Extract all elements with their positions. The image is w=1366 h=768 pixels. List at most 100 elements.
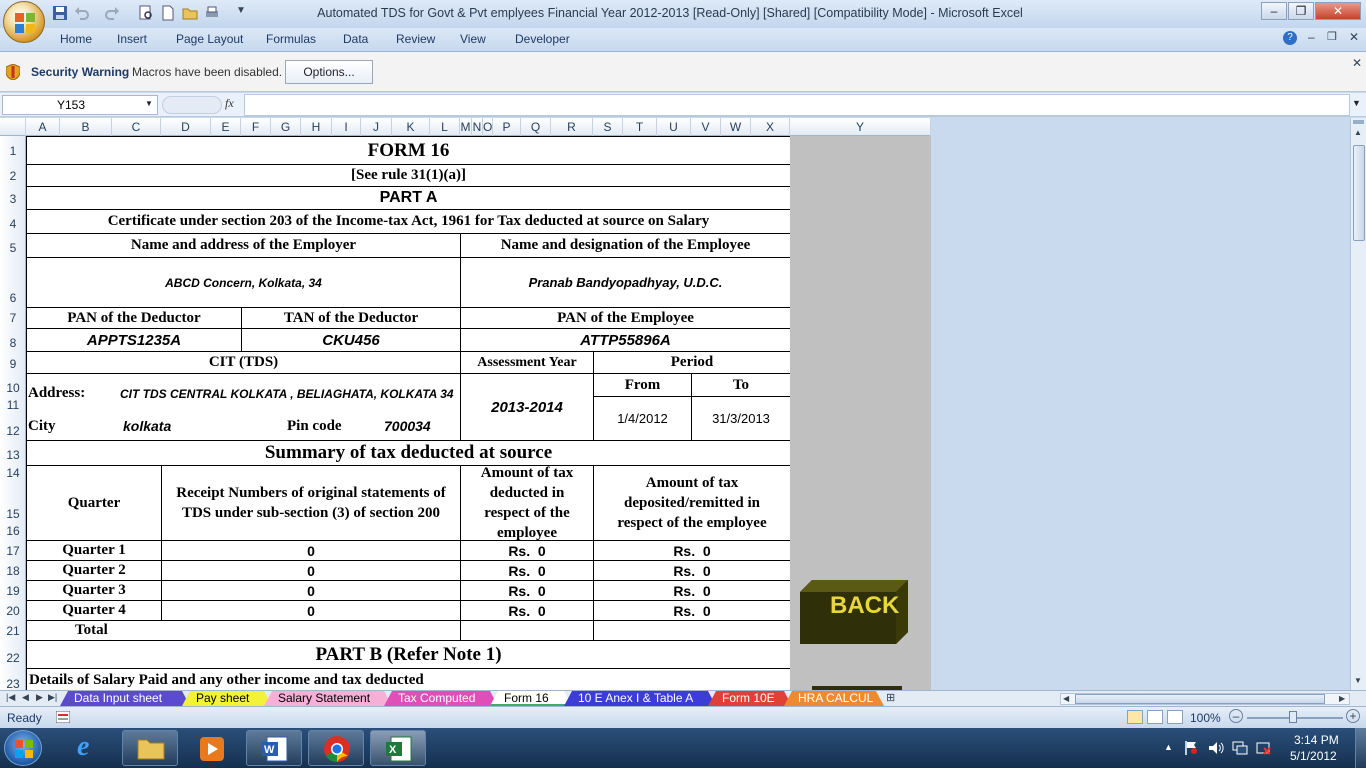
internet-explorer-button[interactable]: e (62, 730, 118, 766)
sheet-tab[interactable]: Form 10E (708, 691, 792, 706)
battery-warning-icon[interactable] (1256, 740, 1272, 756)
row-header[interactable]: 21 (0, 624, 26, 638)
tab-developer[interactable]: Developer (515, 32, 570, 46)
start-button[interactable] (4, 730, 42, 766)
row-header[interactable]: 22 (0, 651, 26, 665)
row-header[interactable]: 15 (0, 507, 26, 521)
back-button[interactable]: BACK (800, 580, 908, 644)
ribbon-close-icon[interactable]: ✕ (1349, 30, 1359, 44)
row-header[interactable]: 10 (0, 381, 26, 395)
row-header[interactable]: 5 (0, 241, 26, 255)
sheet-tab[interactable]: 10 E Anex I & Table A (564, 691, 716, 706)
column-header[interactable]: S (593, 118, 623, 136)
column-header[interactable]: L (430, 118, 460, 136)
column-header[interactable]: W (721, 118, 751, 136)
tab-home[interactable]: Home (60, 32, 92, 46)
action-center-flag-icon[interactable] (1184, 740, 1198, 756)
print-preview-icon[interactable] (138, 5, 154, 21)
zoom-level[interactable]: 100% (1190, 711, 1221, 725)
close-security-bar-icon[interactable]: ✕ (1352, 56, 1362, 70)
quick-print-icon[interactable] (204, 5, 220, 21)
column-header[interactable]: N (472, 118, 483, 136)
column-header[interactable]: U (657, 118, 691, 136)
row-header[interactable]: 9 (0, 357, 26, 371)
first-sheet-icon[interactable]: |◀ (6, 692, 15, 703)
row-header[interactable]: 12 (0, 424, 26, 438)
save-icon[interactable] (52, 5, 68, 21)
tab-data[interactable]: Data (343, 32, 368, 46)
help-icon[interactable]: ? (1283, 31, 1297, 45)
customize-qat-icon[interactable]: ▼ (236, 5, 246, 16)
vertical-scrollbar[interactable]: ▲ ▼ (1350, 118, 1366, 690)
tab-review[interactable]: Review (396, 32, 435, 46)
column-header[interactable]: A (26, 118, 60, 136)
last-sheet-icon[interactable]: ▶| (48, 692, 57, 703)
scroll-down-icon[interactable]: ▼ (1354, 676, 1362, 685)
next-sheet-icon[interactable]: ▶ (36, 692, 43, 703)
tab-insert[interactable]: Insert (117, 32, 147, 46)
row-header[interactable]: 6 (0, 291, 26, 305)
row-header[interactable]: 20 (0, 604, 26, 618)
column-header[interactable]: B (60, 118, 112, 136)
ribbon-restore-icon[interactable]: ❐ (1327, 30, 1337, 43)
row-header[interactable]: 17 (0, 544, 26, 558)
horizontal-scroll-thumb[interactable] (1075, 694, 1325, 704)
zoom-in-icon[interactable]: + (1346, 709, 1360, 723)
normal-view-icon[interactable] (1127, 710, 1143, 724)
prev-sheet-icon[interactable]: ◀ (22, 692, 29, 703)
page-layout-view-icon[interactable] (1147, 710, 1163, 724)
formula-divider-handle[interactable] (162, 96, 222, 114)
column-header[interactable]: C (112, 118, 161, 136)
row-header[interactable]: 23 (0, 677, 26, 691)
open-folder-icon[interactable] (182, 5, 198, 21)
column-header[interactable]: M (460, 118, 472, 136)
row-header[interactable]: 8 (0, 336, 26, 350)
media-player-button[interactable] (182, 730, 238, 766)
sheet-tab[interactable]: Tax Computed (384, 691, 498, 706)
column-header[interactable]: D (161, 118, 211, 136)
column-header[interactable]: O (483, 118, 493, 136)
expand-formula-bar-icon[interactable]: ▼ (1352, 98, 1361, 108)
row-header[interactable]: 16 (0, 524, 26, 538)
horizontal-scrollbar[interactable]: ◀ ▶ (1060, 693, 1350, 705)
name-box[interactable]: Y153 (2, 95, 158, 115)
redo-icon[interactable] (104, 5, 120, 21)
insert-function-icon[interactable]: fx (225, 96, 234, 111)
excel-button[interactable]: X (370, 730, 426, 766)
column-header[interactable]: R (551, 118, 593, 136)
row-header[interactable]: 13 (0, 448, 26, 462)
restore-button[interactable]: ❐ (1288, 2, 1314, 20)
tab-view[interactable]: View (460, 32, 486, 46)
sheet-tab[interactable]: Salary Statement (264, 691, 392, 706)
column-header[interactable]: V (691, 118, 721, 136)
row-header[interactable]: 7 (0, 311, 26, 325)
scroll-right-icon[interactable]: ▶ (1339, 694, 1345, 703)
scroll-left-icon[interactable]: ◀ (1063, 694, 1069, 703)
row-header[interactable]: 11 (0, 398, 26, 412)
vertical-scroll-thumb[interactable] (1353, 145, 1365, 241)
column-header[interactable]: J (361, 118, 392, 136)
formula-input[interactable] (244, 94, 1350, 116)
row-header[interactable]: 3 (0, 192, 26, 206)
row-header[interactable]: 4 (0, 217, 26, 231)
split-box[interactable] (1353, 120, 1364, 124)
show-hidden-icons[interactable]: ▲ (1164, 742, 1173, 752)
sheet-tab[interactable]: Form 16 (490, 691, 572, 706)
ribbon-minimize-icon[interactable]: – (1308, 30, 1315, 44)
network-icon[interactable] (1232, 740, 1248, 756)
undo-icon[interactable] (74, 5, 90, 21)
volume-icon[interactable] (1208, 740, 1224, 756)
show-desktop-button[interactable] (1355, 728, 1366, 768)
row-header[interactable]: 19 (0, 584, 26, 598)
column-header[interactable]: K (392, 118, 430, 136)
page-break-view-icon[interactable] (1167, 710, 1183, 724)
zoom-slider-thumb[interactable] (1289, 711, 1297, 723)
row-header[interactable]: 14 (0, 466, 26, 480)
zoom-out-icon[interactable]: – (1229, 709, 1243, 723)
scroll-up-icon[interactable]: ▲ (1354, 128, 1362, 137)
close-button[interactable]: ✕ (1315, 2, 1361, 20)
tab-formulas[interactable]: Formulas (266, 32, 316, 46)
sheet-tab[interactable]: Pay sheet (182, 691, 272, 706)
macro-record-icon[interactable] (56, 711, 70, 723)
clock-date[interactable]: 5/1/2012 (1290, 749, 1337, 763)
